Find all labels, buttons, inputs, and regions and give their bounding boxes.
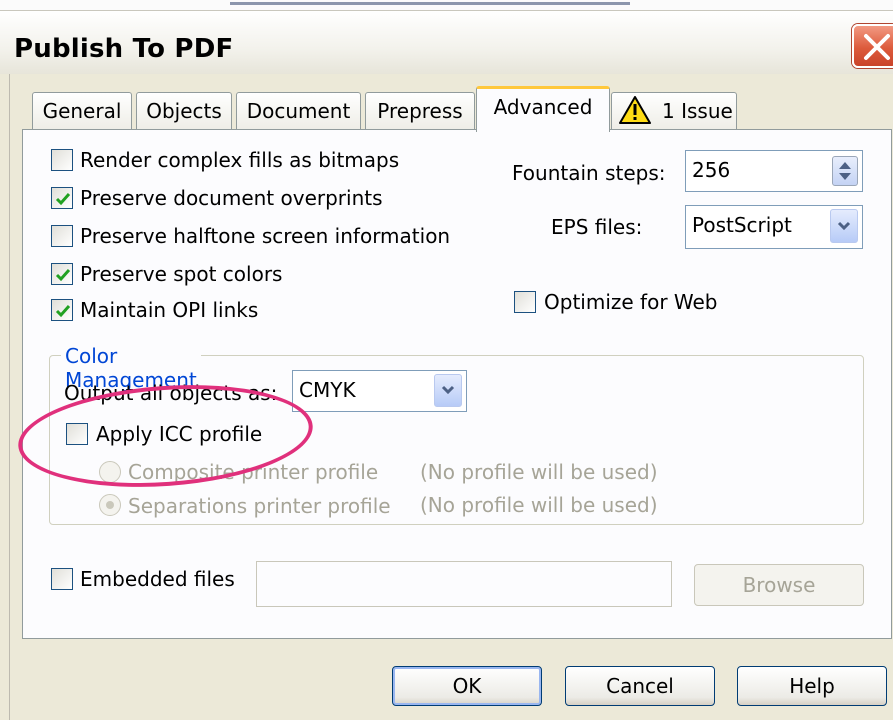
tab-general[interactable]: General [32, 92, 132, 130]
preserve-overprints-checkbox[interactable] [51, 187, 73, 209]
browse-button-label: Browse [742, 573, 816, 597]
eps-files-label: EPS files: [551, 215, 643, 239]
tab-label: Advanced [493, 95, 593, 119]
close-button[interactable] [852, 24, 893, 68]
fountain-steps-spinner[interactable] [832, 156, 858, 186]
warning-icon [619, 96, 651, 124]
browse-button[interactable]: Browse [694, 564, 864, 606]
fountain-steps-value: 256 [692, 158, 731, 182]
checkmark-icon [55, 193, 71, 206]
eps-files-value: PostScript [692, 213, 792, 237]
tab-label: Document [246, 99, 351, 123]
preserve-halftone-checkbox[interactable] [51, 225, 73, 247]
tab-document[interactable]: Document [236, 92, 361, 130]
separations-profile-label: Separations printer profile [128, 494, 391, 518]
background-window-edge [230, 2, 630, 5]
preserve-spot-colors-checkbox[interactable] [51, 263, 73, 285]
maintain-opi-label: Maintain OPI links [80, 298, 259, 322]
tab-advanced[interactable]: Advanced [476, 86, 610, 132]
embedded-files-checkbox[interactable] [51, 568, 73, 590]
optimize-web-label: Optimize for Web [544, 290, 718, 314]
eps-files-dropdown-button[interactable] [830, 209, 858, 243]
tab-issues[interactable]: 1 Issue [611, 92, 737, 130]
preserve-halftone-label: Preserve halftone screen information [80, 224, 451, 248]
fountain-steps-label: Fountain steps: [512, 161, 666, 185]
ok-button-label: OK [452, 674, 482, 698]
window-left-frame [0, 74, 10, 720]
tab-label: Objects [146, 99, 222, 123]
help-button[interactable]: Help [737, 666, 887, 706]
composite-profile-note: (No profile will be used) [420, 460, 658, 484]
separations-profile-radio[interactable] [99, 494, 121, 516]
embedded-files-input[interactable] [256, 561, 672, 607]
close-icon [864, 34, 890, 60]
preserve-overprints-label: Preserve document overprints [80, 186, 383, 210]
preserve-spot-colors-label: Preserve spot colors [80, 262, 283, 286]
ok-button[interactable]: OK [392, 666, 542, 706]
spinner-arrows-icon [839, 162, 851, 180]
chevron-down-icon [837, 221, 851, 231]
render-fills-label: Render complex fills as bitmaps [80, 148, 400, 172]
output-objects-dropdown-button[interactable] [434, 374, 462, 407]
optimize-web-checkbox[interactable] [514, 291, 536, 313]
cancel-button[interactable]: Cancel [565, 666, 715, 706]
tab-label: 1 Issue [662, 99, 733, 123]
embedded-files-label: Embedded files [80, 567, 235, 591]
checkmark-icon [55, 269, 71, 282]
window-title: Publish To PDF [14, 34, 234, 64]
maintain-opi-checkbox[interactable] [51, 299, 73, 321]
help-button-label: Help [789, 674, 835, 698]
checkmark-icon [55, 305, 71, 318]
chevron-down-icon [441, 385, 455, 395]
output-objects-value: CMYK [299, 378, 356, 402]
cancel-button-label: Cancel [606, 674, 674, 698]
tab-prepress[interactable]: Prepress [365, 92, 475, 130]
tab-label: General [42, 99, 122, 123]
radio-selected-dot [106, 501, 114, 509]
tab-label: Prepress [377, 99, 463, 123]
render-fills-checkbox[interactable] [51, 149, 73, 171]
tab-objects[interactable]: Objects [136, 92, 232, 130]
separations-profile-note: (No profile will be used) [420, 493, 658, 517]
